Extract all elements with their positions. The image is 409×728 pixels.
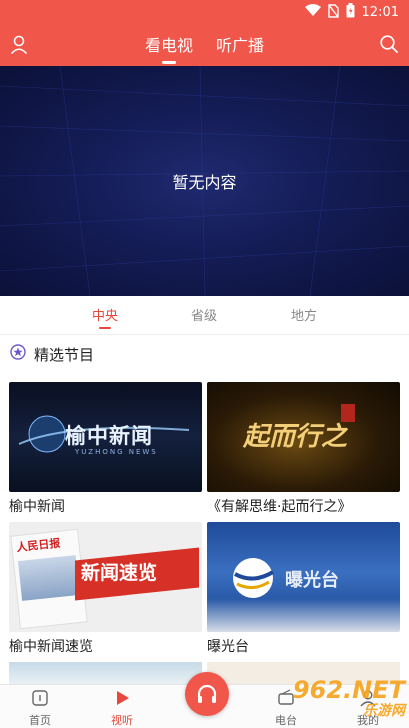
channel-level-tabs: 中央 省级 地方	[0, 296, 409, 335]
program-card[interactable]: 起而行之 《有解思维·起而行之》	[207, 382, 400, 516]
program-card[interactable]: 曝光台 曝光台	[207, 522, 400, 656]
no-sim-icon	[327, 3, 339, 22]
home-icon	[31, 690, 49, 710]
program-thumbnail: 榆中新闻 YUZHONG NEWS	[9, 382, 202, 492]
section-header: 精选节目	[10, 343, 94, 365]
program-thumbnail: 人民日报 新闻速览	[9, 522, 202, 632]
nav-media[interactable]: 视听	[92, 689, 152, 728]
center-fab-button[interactable]	[185, 672, 229, 716]
program-card[interactable]: 榆中新闻 YUZHONG NEWS 榆中新闻	[9, 382, 202, 516]
header-tabs: 看电视 听广播	[0, 32, 409, 64]
seal-mark	[341, 404, 355, 422]
no-content-message: 暂无内容	[172, 173, 237, 192]
thumbnail-title: 榆中新闻	[65, 424, 153, 448]
wifi-icon	[304, 4, 321, 21]
subtab-central[interactable]: 中央	[92, 305, 118, 329]
subtab-provincial[interactable]: 省级	[191, 305, 217, 324]
status-bar: 12:01	[0, 0, 409, 24]
featured-badge-icon	[10, 344, 26, 364]
battery-icon	[346, 3, 355, 22]
site-watermark: 962.NET 乐游网	[293, 676, 405, 720]
program-title: 榆中新闻	[9, 499, 65, 515]
tab-listen-radio[interactable]: 听广播	[216, 32, 264, 56]
nav-home[interactable]: 首页	[10, 689, 70, 728]
program-thumbnail: 起而行之	[207, 382, 400, 492]
play-icon	[113, 691, 131, 710]
subtab-local[interactable]: 地方	[291, 305, 317, 324]
clock-text: 12:01	[361, 5, 399, 20]
program-thumbnail-partial[interactable]	[9, 662, 202, 684]
program-title: 榆中新闻速览	[9, 639, 93, 655]
thumbnail-title: 起而行之	[243, 422, 348, 452]
newspaper-photo	[17, 555, 80, 601]
headphones-icon	[195, 682, 219, 710]
thumbnail-subtitle: YUZHONG NEWS	[75, 448, 158, 456]
thumbnail-title: 曝光台	[285, 570, 339, 591]
app-header: 看电视 听广播	[0, 24, 409, 66]
program-thumbnail: 曝光台	[207, 522, 400, 632]
status-icons: 12:01	[304, 3, 399, 22]
nav-media-label: 视听	[111, 714, 133, 727]
program-card[interactable]: 人民日报 新闻速览 榆中新闻速览	[9, 522, 202, 656]
search-icon[interactable]	[379, 34, 401, 56]
program-title: 《有解思维·起而行之》	[207, 499, 352, 515]
video-player[interactable]: 暂无内容	[0, 66, 409, 296]
newspaper-masthead: 人民日报	[15, 536, 61, 555]
tab-watch-tv[interactable]: 看电视	[145, 32, 193, 64]
nav-home-label: 首页	[29, 714, 51, 727]
thumbnail-title: 新闻速览	[81, 562, 158, 584]
program-title: 曝光台	[207, 639, 249, 655]
section-title: 精选节目	[34, 345, 95, 364]
